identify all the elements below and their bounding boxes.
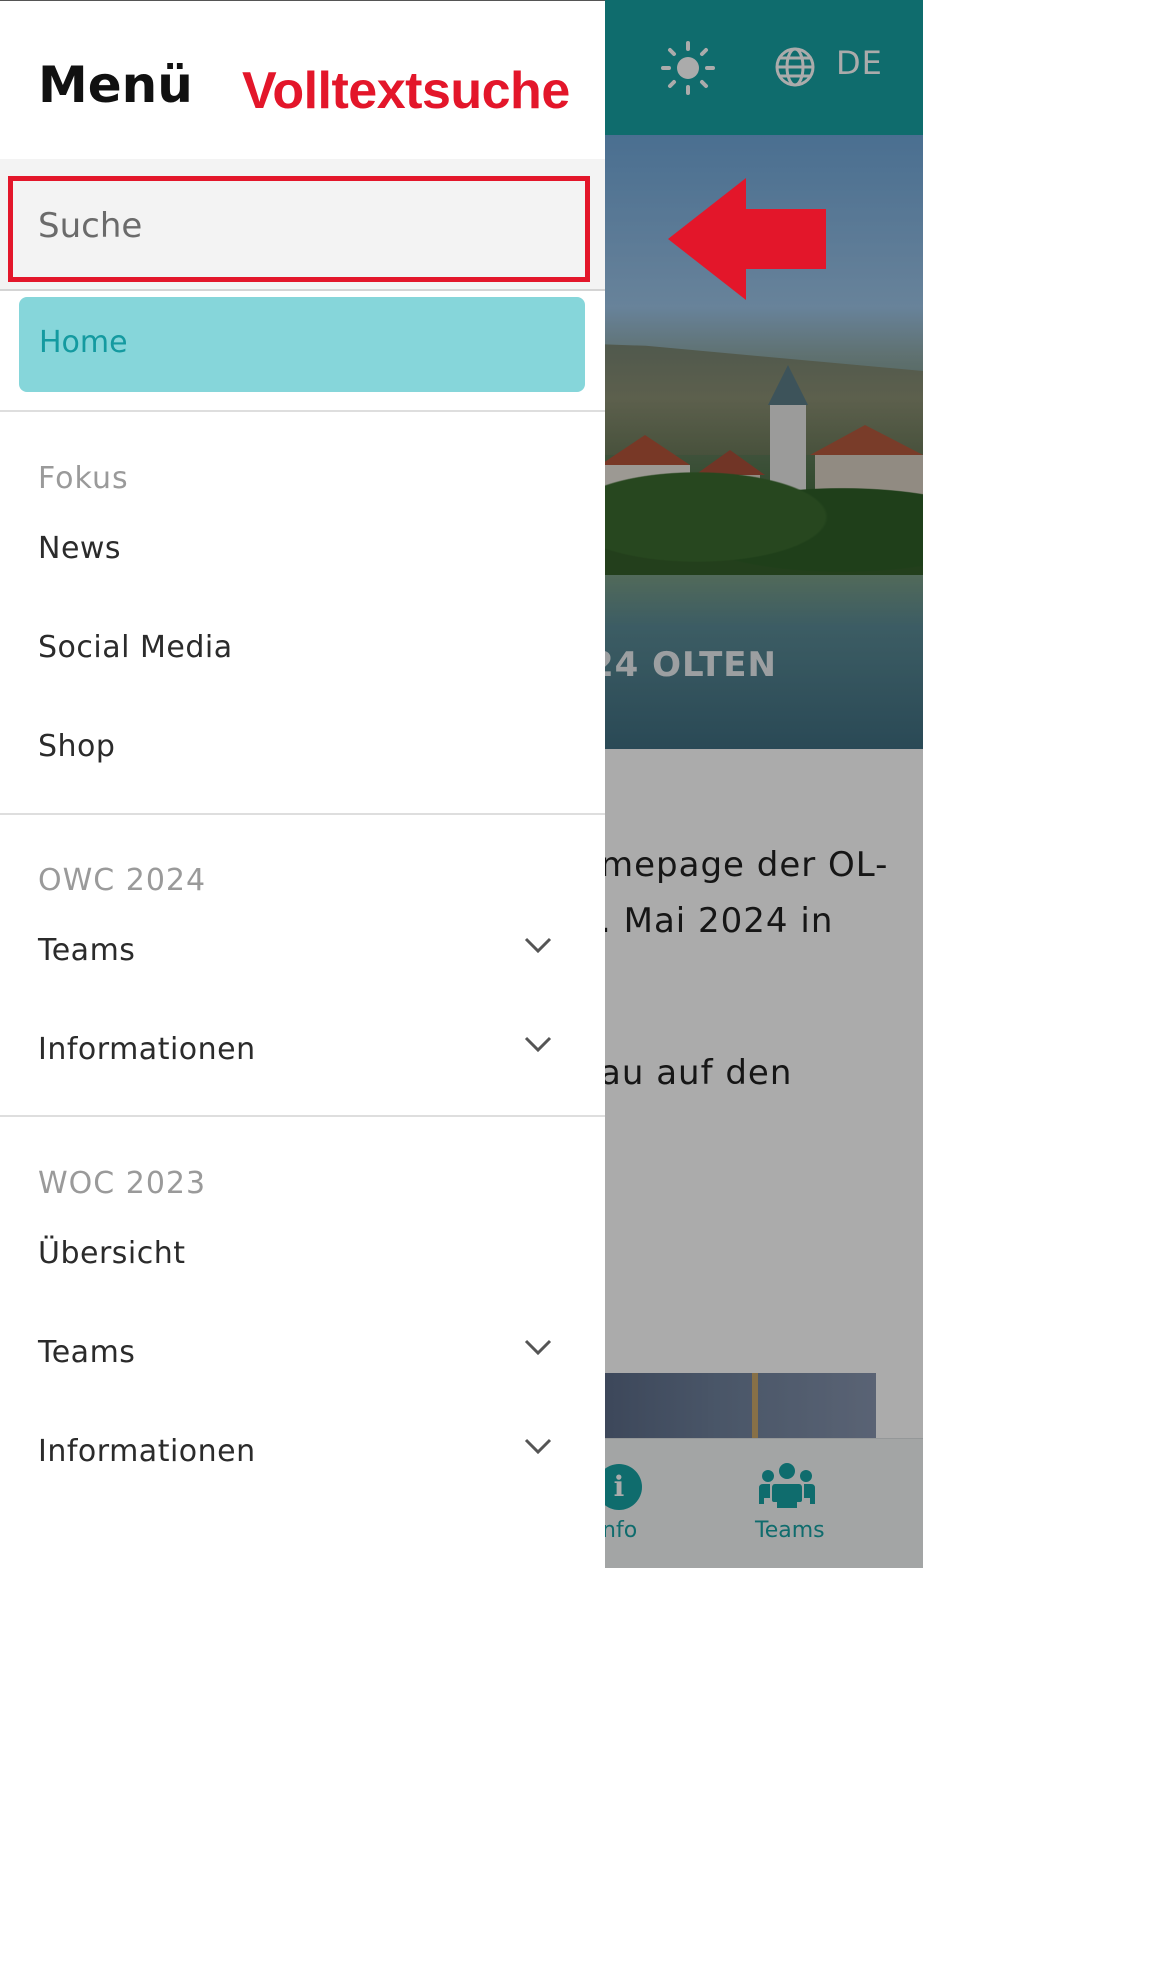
menu-item-label: Shop: [38, 729, 116, 764]
drawer-title: Menü: [38, 56, 193, 114]
menu-item-news[interactable]: News: [0, 507, 605, 597]
menu-item-woc-teams[interactable]: Teams: [0, 1311, 605, 1401]
section-divider: [0, 1115, 605, 1117]
menu-item-woc-uebersicht[interactable]: Übersicht: [0, 1212, 605, 1302]
menu-item-owc-informationen[interactable]: Informationen: [0, 1008, 605, 1098]
section-title-owc-2024: OWC 2024: [38, 863, 207, 898]
menu-item-home[interactable]: Home: [19, 297, 585, 392]
menu-item-label: Informationen: [38, 1032, 256, 1067]
menu-item-woc-informationen[interactable]: Informationen: [0, 1410, 605, 1500]
navigation-drawer: Menü Volltextsuche Home Fokus News Socia…: [0, 0, 605, 1568]
menu-item-label: Teams: [38, 1335, 136, 1370]
menu-item-label: Social Media: [38, 630, 233, 665]
section-divider: [0, 410, 605, 412]
menu-item-label: Informationen: [38, 1434, 256, 1469]
menu-item-social-media[interactable]: Social Media: [0, 606, 605, 696]
chevron-down-icon[interactable]: [523, 1034, 553, 1054]
chevron-down-icon[interactable]: [523, 935, 553, 955]
chevron-down-icon[interactable]: [523, 1337, 553, 1357]
menu-item-label: Teams: [38, 933, 136, 968]
annotation-label: Volltextsuche: [242, 62, 570, 120]
annotation-highlight-box: [8, 176, 590, 282]
menu-item-owc-teams[interactable]: Teams: [0, 909, 605, 999]
menu-item-home-label: Home: [39, 325, 128, 360]
section-title-woc-2023: WOC 2023: [38, 1166, 207, 1201]
section-title-fokus: Fokus: [38, 461, 129, 496]
section-divider: [0, 813, 605, 815]
menu-item-label: Übersicht: [38, 1236, 186, 1271]
chevron-down-icon[interactable]: [523, 1436, 553, 1456]
annotation-arrow-icon: [668, 178, 826, 300]
menu-item-shop[interactable]: Shop: [0, 705, 605, 795]
menu-item-label: News: [38, 531, 122, 566]
